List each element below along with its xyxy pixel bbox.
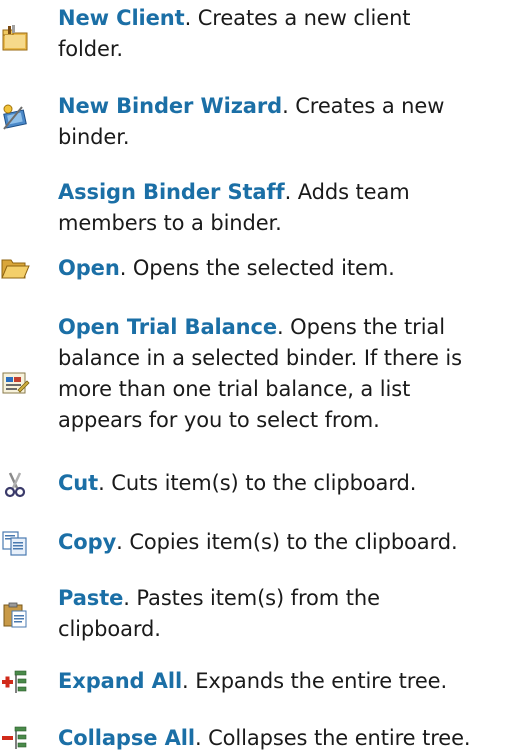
paste-clipboard-icon	[0, 600, 30, 630]
command-name: Expand All	[58, 669, 183, 693]
command-name: Cut	[58, 471, 99, 495]
collapse-tree-icon	[0, 723, 30, 753]
command-name: Open Trial Balance	[58, 315, 278, 339]
scissors-icon	[0, 470, 30, 500]
list-item-text: Collapse All. Collapses the entire tree.	[58, 726, 471, 750]
list-item-text: Assign Binder Staff. Adds team members t…	[58, 180, 410, 235]
list-item-text: New Binder Wizard. Creates a new binder.	[58, 94, 445, 149]
list-item-text: Copy. Copies item(s) to the clipboard.	[58, 530, 458, 554]
trial-balance-icon	[0, 368, 30, 398]
command-name: Paste	[58, 586, 124, 610]
copy-icon	[0, 529, 30, 559]
binder-wizard-icon	[0, 102, 30, 132]
command-name: New Client	[58, 6, 185, 30]
list-item-text: Cut. Cuts item(s) to the clipboard.	[58, 471, 417, 495]
list-item-text: Expand All. Expands the entire tree.	[58, 669, 448, 693]
list-item-text: New Client. Creates a new client folder.	[58, 6, 411, 61]
list-item-text: Paste. Pastes item(s) from the clipboard…	[58, 586, 380, 641]
new-client-folder-icon	[0, 24, 30, 54]
list-item-text: Open Trial Balance. Opens the trial bala…	[58, 315, 462, 432]
command-name: Collapse All	[58, 726, 195, 750]
command-name: New Binder Wizard	[58, 94, 283, 118]
list-item-text: Open. Opens the selected item.	[58, 256, 395, 280]
command-name: Open	[58, 256, 120, 280]
expand-tree-icon	[0, 667, 30, 697]
command-name: Copy	[58, 530, 117, 554]
open-folder-icon	[0, 253, 30, 283]
command-name: Assign Binder Staff	[58, 180, 285, 204]
